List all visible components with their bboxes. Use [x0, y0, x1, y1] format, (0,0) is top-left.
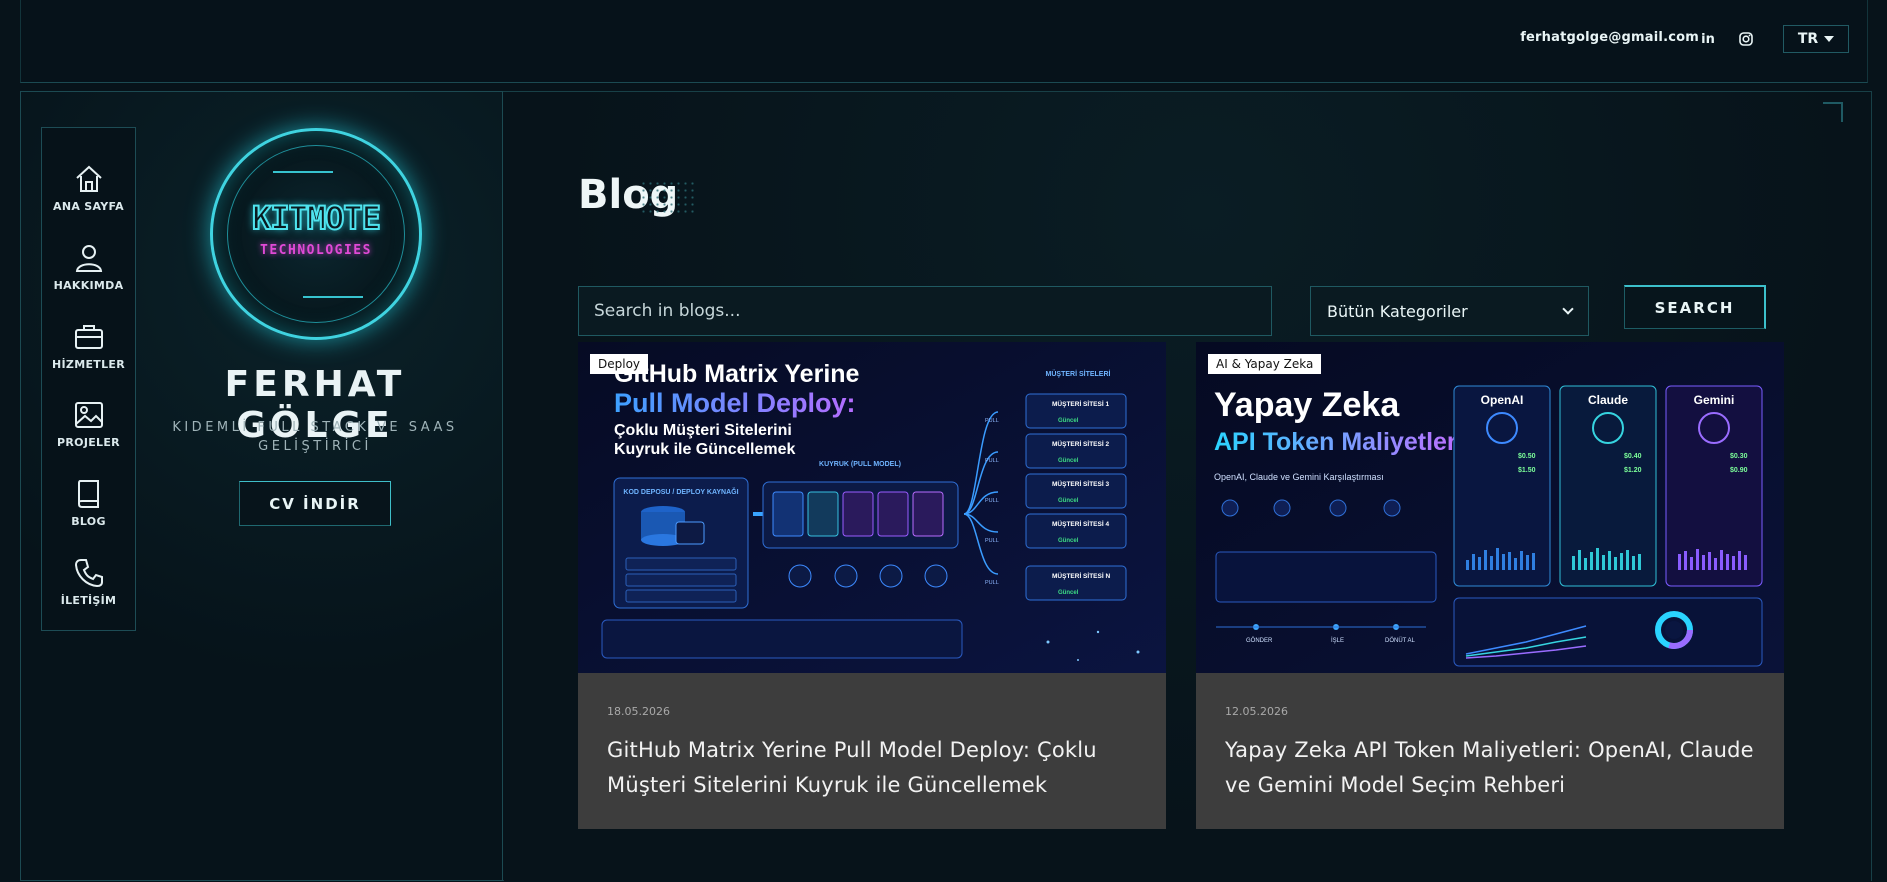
nav-label: HİZMETLER — [52, 358, 125, 371]
nav-label: ANA SAYFA — [53, 200, 124, 213]
post-date: 18.05.2026 — [607, 705, 670, 718]
svg-text:Claude: Claude — [1588, 393, 1628, 407]
svg-text:$1.50: $1.50 — [1518, 467, 1536, 474]
main-content: Blog Bütün Kategoriler SEARCH GitHub Mat… — [504, 92, 1871, 882]
svg-text:MÜŞTERİ SİTELERİ: MÜŞTERİ SİTELERİ — [1046, 369, 1111, 378]
nav-item-about[interactable]: HAKKIMDA — [42, 241, 135, 305]
book-icon — [77, 480, 99, 508]
svg-text:DÖNÜT AL: DÖNÜT AL — [1385, 637, 1416, 644]
svg-text:PULL: PULL — [985, 418, 999, 424]
email-link[interactable]: ferhatgolge@gmail.com — [1520, 30, 1699, 45]
svg-text:PULL: PULL — [985, 458, 999, 464]
nav-item-home[interactable]: ANA SAYFA — [42, 162, 135, 226]
caret-down-icon — [1824, 36, 1835, 42]
phone-icon — [74, 559, 103, 588]
svg-text:MÜŞTERİ SİTESİ 2: MÜŞTERİ SİTESİ 2 — [1052, 439, 1109, 448]
svg-text:OpenAI, Claude ve Gemini Karşı: OpenAI, Claude ve Gemini Karşılaştırması — [1214, 472, 1384, 482]
user-icon — [75, 245, 102, 272]
svg-text:Kuyruk ile Güncellemek: Kuyruk ile Güncellemek — [614, 441, 796, 458]
language-selector[interactable]: TR — [1783, 25, 1849, 53]
language-label: TR — [1797, 31, 1819, 47]
nav-item-services[interactable]: HİZMETLER — [42, 320, 135, 384]
svg-text:MÜŞTERİ SİTESİ 3: MÜŞTERİ SİTESİ 3 — [1052, 479, 1109, 488]
svg-text:$0.30: $0.30 — [1730, 453, 1748, 460]
download-cv-button[interactable]: CV İNDİR — [239, 481, 391, 526]
corner-decoration — [1823, 102, 1843, 122]
post-title[interactable]: GitHub Matrix Yerine Pull Model Deploy: … — [607, 733, 1147, 803]
profile-subtitle: KIDEMLİ FULL STACK VE SAAS GELİŞTİRİCİ — [172, 420, 458, 454]
blog-card[interactable]: GitHub Matrix Yerine Pull Model Deploy: … — [578, 342, 1166, 829]
nav-item-contact[interactable]: İLETİŞİM — [42, 556, 135, 620]
chevron-down-icon — [1562, 303, 1574, 315]
logo-circuit — [303, 296, 363, 298]
instagram-icon[interactable] — [1735, 28, 1757, 50]
svg-text:$1.20: $1.20 — [1624, 467, 1642, 474]
post-date: 12.05.2026 — [1225, 705, 1288, 718]
svg-text:OpenAI: OpenAI — [1481, 393, 1524, 407]
svg-text:KUYRUK (PULL MODEL): KUYRUK (PULL MODEL) — [819, 461, 901, 468]
brand-logo: KITMOTE TECHNOLOGIES — [210, 128, 422, 340]
briefcase-icon — [74, 325, 103, 349]
svg-text:$0.50: $0.50 — [1518, 453, 1536, 460]
top-bar: ferhatgolge@gmail.com in TR — [20, 0, 1868, 83]
svg-text:PULL: PULL — [985, 498, 999, 504]
svg-text:KOD DEPOSU / DEPLOY KAYNAĞI: KOD DEPOSU / DEPLOY KAYNAĞI — [623, 487, 738, 496]
svg-text:Yapay Zeka: Yapay Zeka — [1214, 386, 1400, 424]
svg-text:PULL: PULL — [985, 580, 999, 586]
post-title[interactable]: Yapay Zeka API Token Maliyetleri: OpenAI… — [1225, 733, 1765, 803]
nav-item-blog[interactable]: BLOG — [42, 477, 135, 541]
category-badge[interactable]: Deploy — [590, 354, 649, 374]
logo-tagline: TECHNOLOGIES — [260, 243, 372, 258]
svg-text:Güncel: Güncel — [1058, 590, 1079, 596]
nav-label: PROJELER — [57, 436, 120, 449]
svg-text:Çoklu Müşteri Sitelerini: Çoklu Müşteri Sitelerini — [614, 422, 792, 439]
svg-text:İŞLE: İŞLE — [1331, 637, 1344, 644]
svg-text:MÜŞTERİ SİTESİ N: MÜŞTERİ SİTESİ N — [1052, 571, 1110, 580]
svg-text:$0.40: $0.40 — [1624, 453, 1642, 460]
home-icon — [75, 165, 102, 192]
svg-text:PULL: PULL — [985, 538, 999, 544]
logo-wordmark: KITMOTE — [251, 198, 382, 238]
svg-text:Güncel: Güncel — [1058, 538, 1079, 544]
svg-text:Güncel: Güncel — [1058, 418, 1079, 424]
category-select-value: Bütün Kategoriler — [1327, 301, 1468, 321]
image-icon — [74, 402, 103, 428]
svg-text:GitHub Matrix Yerine: GitHub Matrix Yerine — [614, 360, 860, 388]
search-button[interactable]: SEARCH — [1624, 285, 1766, 329]
blog-search-input[interactable] — [578, 286, 1272, 336]
category-select[interactable]: Bütün Kategoriler — [1310, 286, 1589, 336]
svg-text:Pull Model Deploy:: Pull Model Deploy: — [614, 388, 856, 418]
category-badge[interactable]: AI & Yapay Zeka — [1208, 354, 1322, 374]
nav-label: BLOG — [71, 515, 106, 528]
sidebar-nav: ANA SAYFA HAKKIMDA HİZMETLER PROJELER BL… — [41, 127, 136, 631]
svg-text:$0.90: $0.90 — [1730, 467, 1748, 474]
blog-card-image[interactable]: GitHub Matrix Yerine Pull Model Deploy: … — [578, 342, 1166, 673]
svg-text:Güncel: Güncel — [1058, 498, 1079, 504]
svg-text:MÜŞTERİ SİTESİ 4: MÜŞTERİ SİTESİ 4 — [1052, 519, 1109, 528]
blog-card[interactable]: Yapay Zeka API Token Maliyetleri OpenAI,… — [1196, 342, 1784, 829]
nav-label: İLETİŞİM — [60, 594, 117, 607]
linkedin-icon[interactable]: in — [1697, 28, 1719, 50]
svg-text:Gemini: Gemini — [1694, 393, 1735, 407]
svg-text:API Token Maliyetleri: API Token Maliyetleri — [1214, 428, 1464, 456]
logo-circuit — [273, 171, 333, 173]
svg-text:GÖNDER: GÖNDER — [1246, 637, 1273, 644]
svg-text:Güncel: Güncel — [1058, 458, 1079, 464]
dots-decoration — [640, 180, 696, 216]
svg-text:MÜŞTERİ SİTESİ 1: MÜŞTERİ SİTESİ 1 — [1052, 399, 1109, 408]
blog-card-image[interactable]: Yapay Zeka API Token Maliyetleri OpenAI,… — [1196, 342, 1784, 673]
nav-label: HAKKIMDA — [53, 279, 124, 292]
nav-item-projects[interactable]: PROJELER — [42, 398, 135, 462]
